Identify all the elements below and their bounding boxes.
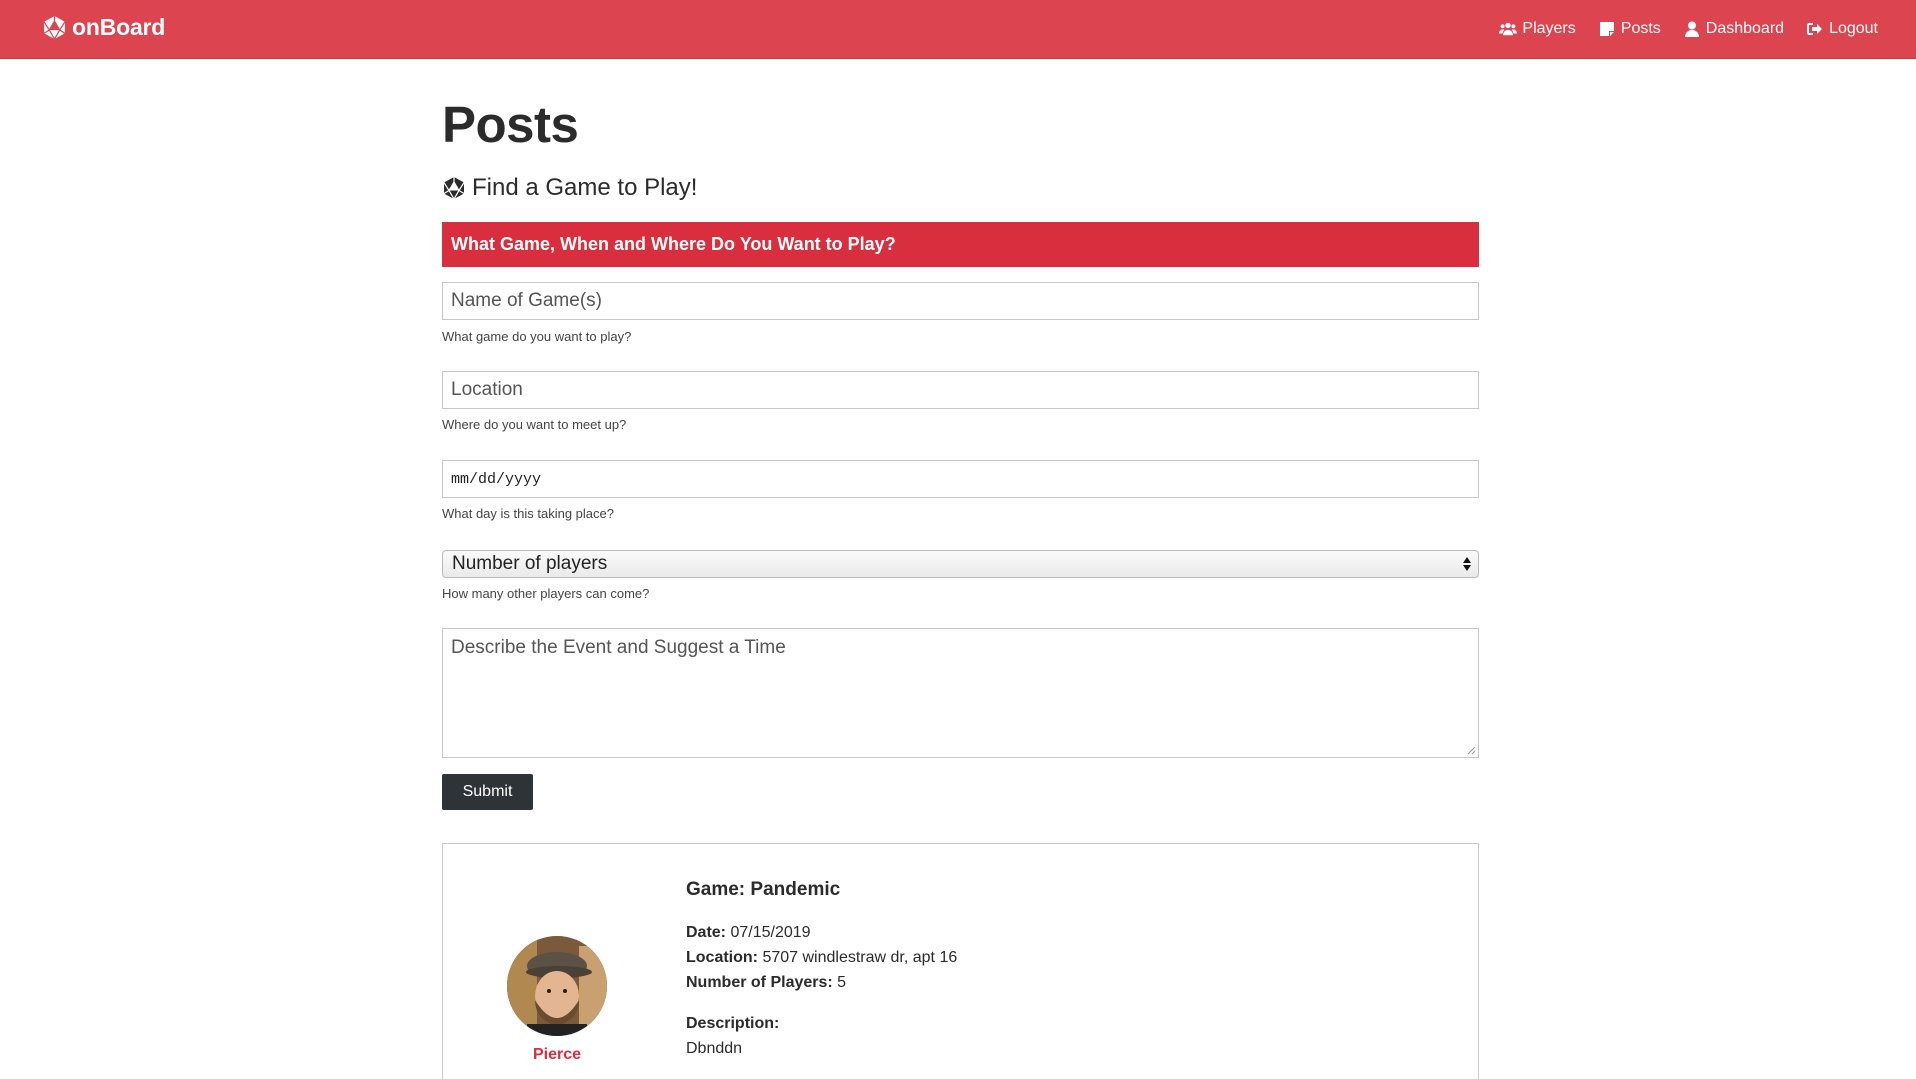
- brand-link[interactable]: onBoard: [42, 14, 165, 41]
- description-textarea[interactable]: Describe the Event and Suggest a Time: [442, 628, 1479, 758]
- post-author[interactable]: Pierce: [507, 1046, 607, 1064]
- navbar: onBoard Players Posts Dashboard Logout: [0, 0, 1916, 59]
- post-description: Dbnddn: [686, 1040, 743, 1057]
- post-date-label: Date:: [686, 924, 727, 941]
- description-placeholder: Describe the Event and Suggest a Time: [451, 637, 786, 658]
- post-location-value: 5707 windlestraw dr, apt 16: [762, 949, 958, 966]
- date-help-text: What day is this taking place?: [442, 506, 614, 521]
- nav-players-label: Players: [1522, 20, 1576, 37]
- nav-dashboard-label: Dashboard: [1705, 20, 1785, 37]
- subtitle-text: Find a Game to Play!: [472, 174, 698, 201]
- avatar[interactable]: [507, 936, 607, 1036]
- select-arrows-icon: [1463, 557, 1471, 571]
- post-location-label: Location:: [686, 949, 758, 966]
- nav-logout-link[interactable]: Logout: [1806, 20, 1878, 38]
- nav-dashboard-link[interactable]: Dashboard: [1683, 20, 1784, 38]
- post-card: Pierce Game: Pandemic Date: 07/15/2019 L…: [442, 843, 1479, 1079]
- post-description-label: Description:: [686, 1015, 780, 1032]
- nav-posts-label: Posts: [1620, 20, 1661, 37]
- submit-button[interactable]: Submit: [442, 774, 533, 810]
- post-date: Date: 07/15/2019: [686, 924, 811, 942]
- resize-grip-icon[interactable]: [1467, 746, 1476, 755]
- nav-links: Players Posts Dashboard Logout: [1477, 0, 1878, 58]
- nav-logout-label: Logout: [1829, 20, 1878, 37]
- players-help-text: How many other players can come?: [442, 586, 650, 601]
- post-players-label: Number of Players:: [686, 974, 833, 991]
- post-description-heading: Description:: [686, 1015, 779, 1033]
- page-subtitle: Find a Game to Play!: [442, 174, 697, 202]
- post-location: Location: 5707 windlestraw dr, apt 16: [686, 949, 957, 967]
- d20-icon: [443, 177, 465, 200]
- sign-out-icon: [1807, 23, 1823, 35]
- post-game-value: Pandemic: [750, 879, 841, 900]
- page-title: Posts: [442, 96, 579, 153]
- date-placeholder: mm/dd/yyyy: [451, 470, 542, 488]
- post-game-label: Game:: [686, 879, 746, 900]
- sticky-note-icon: [1599, 22, 1614, 36]
- users-icon: [1499, 22, 1518, 36]
- avatar-image: [507, 936, 607, 1036]
- players-select[interactable]: Number of players: [442, 550, 1479, 578]
- location-help-text: Where do you want to meet up?: [442, 417, 627, 432]
- post-players: Number of Players: 5: [686, 974, 846, 992]
- nav-posts-link[interactable]: Posts: [1598, 20, 1661, 38]
- brand-name: onBoard: [72, 14, 166, 40]
- post-date-value: 07/15/2019: [730, 924, 811, 941]
- game-name-input[interactable]: [442, 282, 1479, 320]
- d20-icon: [43, 16, 66, 40]
- date-input[interactable]: mm/dd/yyyy: [442, 460, 1479, 498]
- form-header: What Game, When and Where Do You Want to…: [442, 222, 1479, 267]
- user-icon: [1684, 21, 1699, 37]
- players-select-value: Number of players: [452, 553, 608, 574]
- location-input[interactable]: [442, 371, 1479, 409]
- post-game: Game: Pandemic: [686, 879, 840, 901]
- post-players-value: 5: [837, 974, 847, 991]
- nav-players-link[interactable]: Players: [1499, 20, 1576, 38]
- game-help-text: What game do you want to play?: [442, 329, 632, 344]
